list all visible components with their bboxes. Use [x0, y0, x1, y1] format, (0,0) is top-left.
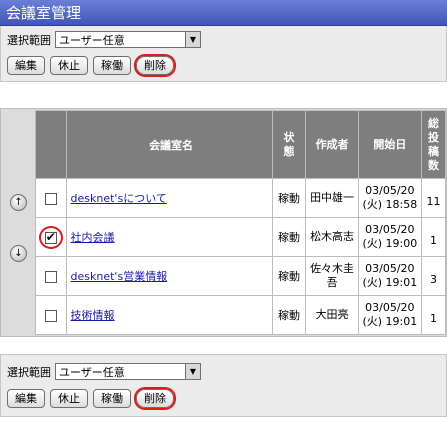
pause-button[interactable]: 休止 — [50, 389, 88, 408]
room-link[interactable]: desknet's営業情報 — [71, 270, 168, 283]
table-row: desknet'sについて 稼動 田中雄一 03/05/20 (火) 18:58 … — [35, 178, 447, 218]
room-status: 稼動 — [271, 217, 307, 257]
range-row: 選択範囲 ユーザー任意 ▼ — [7, 31, 201, 48]
room-date: 03/05/20 — [365, 262, 415, 275]
room-author: 田中雄一 — [305, 178, 359, 218]
room-time: (火) 18:58 — [362, 198, 418, 211]
room-start-date: 03/05/20 (火) 19:01 — [357, 295, 422, 335]
room-post-count: 1 — [420, 217, 447, 257]
up-arrow-icon[interactable]: ↑ — [10, 194, 27, 211]
room-status: 稼動 — [271, 256, 307, 296]
header-check — [35, 110, 67, 179]
header-count-label: 総投稿数 — [427, 116, 439, 172]
pause-button[interactable]: 休止 — [50, 56, 88, 75]
top-action-panel: 選択範囲 ユーザー任意 ▼ 編集 休止 稼働 削除 — [0, 26, 447, 82]
room-time: (火) 19:01 — [362, 276, 418, 289]
bottom-action-panel: 選択範囲 ユーザー任意 ▼ 編集 休止 稼働 削除 — [0, 354, 447, 417]
header-author[interactable]: 作成者 — [305, 110, 359, 179]
room-author: 佐々木圭吾 — [305, 256, 359, 296]
room-author: 松木高志 — [305, 217, 359, 257]
room-post-count: 11 — [420, 178, 447, 218]
chevron-down-icon[interactable]: ▼ — [185, 32, 200, 47]
room-date: 03/05/20 — [365, 223, 415, 236]
range-select-value: ユーザー任意 — [59, 365, 125, 379]
down-arrow-icon[interactable]: ↓ — [10, 245, 27, 262]
header-start[interactable]: 開始日 — [357, 110, 422, 179]
room-time: (火) 19:00 — [362, 237, 418, 250]
row-checkbox[interactable] — [44, 230, 57, 244]
room-table: 会議室名 状態 作成者 開始日 総投稿数 desknet'sについて 稼動 田中… — [35, 110, 447, 335]
room-date: 03/05/20 — [365, 301, 415, 314]
table-row: 技術情報 稼動 大田亮 03/05/20 (火) 19:01 1 — [35, 295, 447, 335]
row-checkbox[interactable] — [44, 270, 57, 283]
run-button[interactable]: 稼働 — [93, 56, 131, 75]
table-header-row: 会議室名 状態 作成者 開始日 総投稿数 — [35, 110, 447, 179]
header-status[interactable]: 状態 — [271, 110, 307, 179]
chevron-down-icon[interactable]: ▼ — [185, 364, 200, 379]
room-start-date: 03/05/20 (火) 19:01 — [357, 256, 422, 296]
header-count[interactable]: 総投稿数 — [420, 110, 447, 179]
range-row-bottom: 選択範囲 ユーザー任意 ▼ — [7, 363, 201, 380]
page-title: 会議室管理 — [0, 0, 447, 26]
top-button-row: 編集 休止 稼働 削除 — [7, 56, 179, 75]
range-label: 選択範囲 — [7, 365, 51, 379]
room-post-count: 3 — [420, 256, 447, 296]
range-label: 選択範囲 — [7, 33, 51, 47]
range-select[interactable]: ユーザー任意 ▼ — [55, 31, 201, 48]
room-link[interactable]: desknet'sについて — [71, 192, 167, 205]
room-date: 03/05/20 — [365, 184, 415, 197]
range-select-value: ユーザー任意 — [59, 33, 125, 47]
checkbox-highlight — [38, 225, 63, 249]
table-row: 社内会議 稼動 松木高志 03/05/20(火) 19:00 1 — [35, 217, 447, 257]
bottom-button-row: 編集 休止 稼働 削除 — [7, 389, 179, 408]
room-status: 稼動 — [271, 178, 307, 218]
edit-button[interactable]: 編集 — [7, 389, 45, 408]
header-status-label: 状態 — [283, 130, 295, 158]
range-select[interactable]: ユーザー任意 ▼ — [55, 363, 201, 380]
room-start-date: 03/05/20 (火) 18:58 — [357, 178, 422, 218]
room-start-date: 03/05/20 (火) 19:00 — [357, 217, 422, 257]
room-status: 稼動 — [271, 295, 307, 335]
run-button[interactable]: 稼働 — [93, 389, 131, 408]
table-row: desknet's営業情報 稼動 佐々木圭吾 03/05/20 (火) 19:01… — [35, 256, 447, 296]
room-author: 大田亮 — [305, 295, 359, 335]
room-post-count: 1 — [420, 295, 447, 335]
edit-button[interactable]: 編集 — [7, 56, 45, 75]
room-time: (火) 19:01 — [362, 315, 418, 328]
delete-button[interactable]: 削除 — [136, 389, 174, 408]
room-link[interactable]: 技術情報 — [71, 309, 115, 322]
row-checkbox[interactable] — [44, 309, 57, 322]
room-list-panel: ↑ ↓ 会議室名 状態 作成者 開始日 総投稿数 desknet'sについて 稼… — [0, 108, 447, 337]
room-link[interactable]: 社内会議 — [71, 231, 115, 244]
row-checkbox[interactable] — [44, 192, 57, 205]
delete-button[interactable]: 削除 — [136, 56, 174, 75]
header-name[interactable]: 会議室名 — [65, 110, 273, 179]
